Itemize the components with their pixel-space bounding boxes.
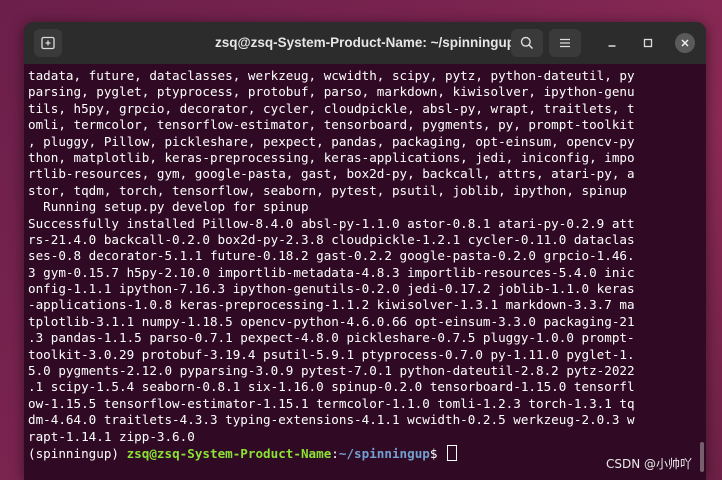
minimize-icon: [608, 45, 616, 47]
terminal-window: zsq@zsq-System-Product-Name: ~/spinningu…: [24, 22, 706, 480]
search-button[interactable]: [511, 29, 543, 57]
terminal-line: tils, h5py, grpcio, decorator, cycler, c…: [28, 100, 635, 116]
text-cursor: [447, 444, 458, 461]
prompt-env: (spinningup): [28, 445, 127, 461]
watermark: CSDN @小帅吖: [606, 457, 693, 471]
prompt-user-host: zsq@zsq-System-Product-Name: [126, 445, 332, 461]
prompt-path: ~/spinningup: [338, 445, 430, 461]
new-tab-button[interactable]: [34, 29, 62, 57]
new-tab-icon: [41, 36, 55, 50]
terminal-line: Successfully installed Pillow-8.4.0 absl…: [28, 215, 635, 231]
terminal-line: dm-4.64.0 traitlets-4.3.3 typing-extensi…: [28, 412, 635, 428]
prompt-symbol: $: [429, 445, 446, 461]
terminal-line: omli, termcolor, tensorflow-estimator, t…: [28, 117, 635, 133]
terminal-line: ow-1.15.5 tensorflow-estimator-1.15.1 te…: [28, 395, 635, 411]
shell-prompt[interactable]: (spinningup) zsq@zsq-System-Product-Name…: [28, 444, 706, 461]
terminal-line: , pluggy, Pillow, pickleshare, pexpect, …: [28, 133, 635, 149]
maximize-icon: [643, 38, 653, 48]
scrollbar[interactable]: [700, 442, 704, 472]
terminal-line: .3 pandas-1.1.5 parso-0.7.1 pexpect-4.8.…: [28, 330, 635, 346]
prompt-separator: :: [331, 445, 339, 461]
terminal-line: rs-21.4.0 backcall-0.2.0 box2d-py-2.3.8 …: [28, 231, 635, 247]
terminal-line: Running setup.py develop for spinup: [28, 199, 309, 215]
close-button[interactable]: [675, 33, 695, 53]
hamburger-menu-icon: [560, 38, 570, 48]
terminal-line: .1 scipy-1.5.4 seaborn-0.8.1 six-1.16.0 …: [28, 379, 635, 395]
maximize-button[interactable]: [638, 33, 658, 53]
terminal-line: -applications-1.0.8 keras-preprocessing-…: [28, 297, 635, 313]
terminal-line: tplotlib-3.1.1 numpy-1.18.5 opencv-pytho…: [28, 313, 635, 329]
minimize-button[interactable]: [602, 33, 622, 53]
terminal-line: 3 gym-0.15.7 h5py-2.10.0 importlib-metad…: [28, 264, 635, 280]
terminal-line: stor, tqdm, torch, tensorflow, seaborn, …: [28, 182, 627, 198]
title-bar[interactable]: zsq@zsq-System-Product-Name: ~/spinningu…: [24, 22, 706, 64]
terminal-line: toolkit-3.0.29 protobuf-3.19.4 psutil-5.…: [28, 346, 635, 362]
terminal-line: tadata, future, dataclasses, werkzeug, w…: [28, 68, 635, 83]
menu-button[interactable]: [549, 29, 581, 57]
terminal-line: rapt-1.14.1 zipp-3.6.0: [28, 428, 195, 444]
terminal-output[interactable]: tadata, future, dataclasses, werkzeug, w…: [24, 64, 706, 480]
terminal-line: onfig-1.1.1 ipython-7.16.3 ipython-genut…: [28, 281, 635, 297]
terminal-line: parsing, pyglet, ptyprocess, protobuf, p…: [28, 84, 635, 100]
search-icon: [520, 36, 534, 50]
close-icon: [681, 39, 689, 47]
terminal-line: rtlib-resources, gym, google-pasta, gast…: [28, 166, 635, 182]
terminal-line: 5.0 pygments-2.12.0 pyparsing-3.0.9 pyte…: [28, 363, 635, 379]
terminal-line: ses-0.8 decorator-5.1.1 future-0.18.2 ga…: [28, 248, 635, 264]
terminal-line: thon, matplotlib, keras-preprocessing, k…: [28, 149, 635, 165]
